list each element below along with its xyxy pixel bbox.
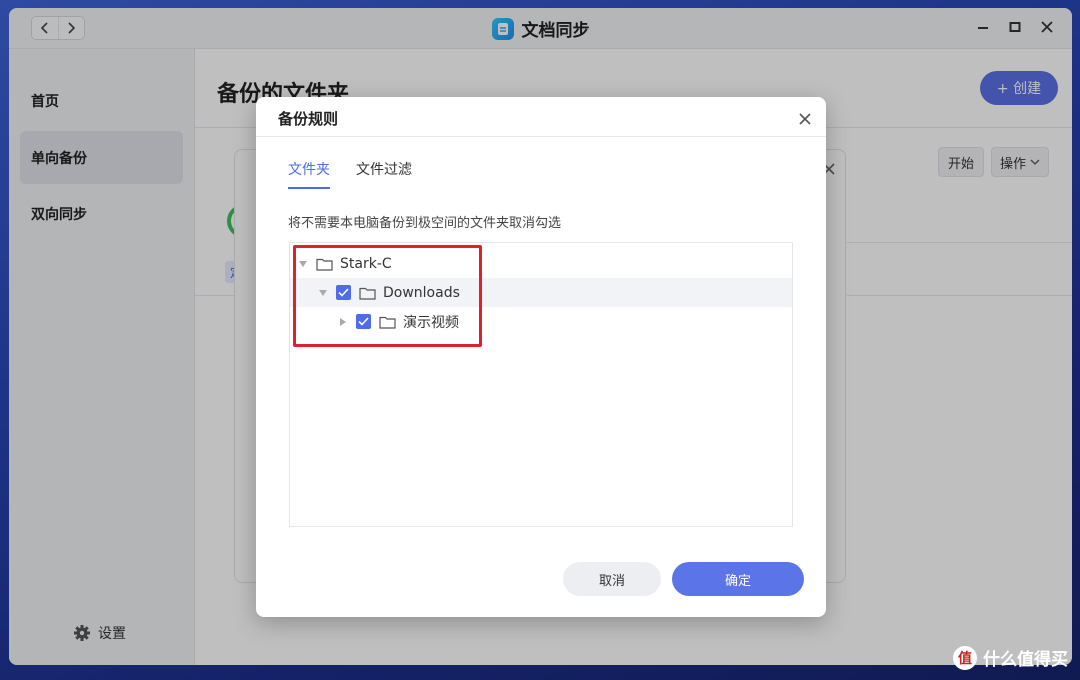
dialog-close-button[interactable] [798, 111, 812, 125]
backup-rules-dialog: 备份规则 文件夹 文件过滤 将不需要本电脑备份到极空间的文件夹取消勾选 Star… [256, 97, 826, 617]
watermark: 值 什么值得买 [953, 645, 1068, 670]
close-icon [799, 113, 811, 125]
confirm-button[interactable]: 确定 [672, 562, 804, 596]
dialog-header: 备份规则 [256, 97, 826, 137]
instruction-text: 将不需要本电脑备份到极空间的文件夹取消勾选 [288, 216, 562, 231]
cancel-button[interactable]: 取消 [563, 562, 661, 596]
watermark-text: 什么值得买 [983, 650, 1068, 670]
tab-file-filter[interactable]: 文件过滤 [356, 159, 412, 189]
highlight-annotation-box [293, 245, 482, 347]
watermark-logo: 值 [953, 645, 977, 670]
dialog-tabs: 文件夹 文件过滤 [288, 159, 412, 189]
tab-folders[interactable]: 文件夹 [288, 159, 330, 189]
dialog-title: 备份规则 [278, 110, 339, 128]
